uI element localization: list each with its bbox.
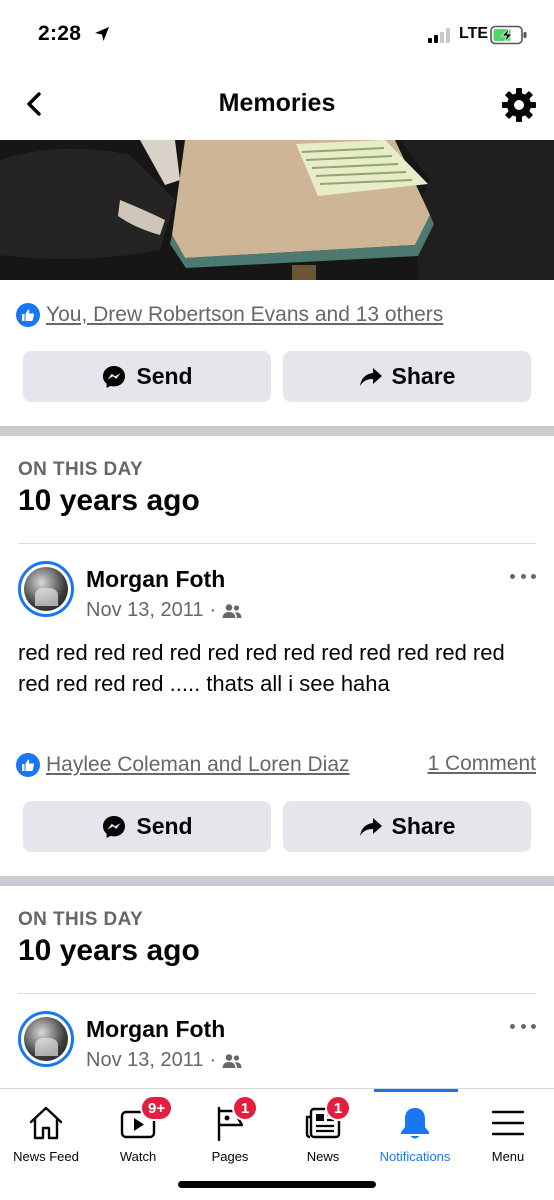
- tab-notifications[interactable]: Notifications: [369, 1089, 461, 1169]
- share-button[interactable]: Share: [283, 351, 531, 402]
- meta-separator: ·: [209, 599, 217, 621]
- more-options-icon[interactable]: [510, 571, 536, 581]
- page-title: Memories: [218, 89, 336, 117]
- messenger-icon: [103, 815, 126, 838]
- post-date[interactable]: Nov 13, 2011: [86, 1049, 204, 1072]
- tab-news-feed[interactable]: News Feed: [0, 1089, 92, 1169]
- send-button[interactable]: Send: [23, 351, 271, 402]
- status-time: 2:28: [38, 22, 82, 45]
- reaction-names[interactable]: Haylee Coleman and Loren Diaz: [46, 753, 350, 777]
- tab-pages[interactable]: 1 Pages: [184, 1089, 276, 1169]
- meta-separator: ·: [209, 1049, 217, 1071]
- post-date[interactable]: Nov 13, 2011: [86, 599, 204, 622]
- on-this-day-label: ON THIS DAY: [18, 909, 144, 930]
- pages-badge: 1: [232, 1095, 258, 1121]
- tab-label: Watch: [119, 1149, 157, 1164]
- post-author[interactable]: Morgan Foth: [86, 566, 225, 593]
- like-badge-icon: [16, 303, 40, 327]
- share-arrow-icon: [359, 367, 382, 386]
- years-ago-heading: 10 years ago: [18, 484, 200, 517]
- friends-audience-icon: [222, 1053, 242, 1068]
- memories-header: Memories: [0, 72, 554, 140]
- avatar[interactable]: [18, 561, 74, 617]
- status-bar: 2:28 LTE: [0, 0, 554, 70]
- share-label: Share: [391, 813, 456, 839]
- location-arrow-icon: [95, 27, 109, 41]
- post-text: red red red red red red red red red red …: [18, 640, 505, 696]
- reactions-summary[interactable]: You, Drew Robertson Evans and 13 others: [16, 300, 443, 330]
- tab-menu[interactable]: Menu: [462, 1089, 554, 1169]
- section-divider: [0, 876, 554, 886]
- on-this-day-label: ON THIS DAY: [18, 459, 144, 480]
- separator-line: [18, 543, 536, 544]
- share-arrow-icon: [359, 817, 382, 836]
- cellular-signal-icon: [428, 27, 454, 43]
- separator-line: [18, 993, 536, 994]
- post-meta: Nov 13, 2011 ·: [86, 599, 242, 622]
- send-button[interactable]: Send: [23, 801, 271, 852]
- share-label: Share: [391, 363, 456, 389]
- section-divider: [0, 426, 554, 436]
- send-label: Send: [136, 363, 193, 389]
- send-label: Send: [136, 813, 193, 839]
- comments-count-link[interactable]: 1 Comment: [427, 752, 536, 776]
- battery-charging-icon: [490, 25, 527, 45]
- post-meta: Nov 13, 2011 ·: [86, 1049, 242, 1072]
- home-icon: [29, 1106, 63, 1140]
- tab-label: Menu: [491, 1149, 525, 1164]
- avatar[interactable]: [18, 1011, 74, 1067]
- bell-icon: [401, 1108, 429, 1139]
- tab-label: Notifications: [379, 1149, 451, 1164]
- like-badge-icon: [16, 753, 40, 777]
- memory-photo[interactable]: [0, 140, 554, 280]
- tab-label: News Feed: [13, 1149, 79, 1164]
- more-options-icon[interactable]: [510, 1021, 536, 1031]
- friends-audience-icon: [222, 603, 242, 618]
- network-type: LTE: [459, 25, 489, 42]
- news-badge: 1: [325, 1095, 351, 1121]
- messenger-icon: [103, 365, 126, 388]
- reactions-summary[interactable]: Haylee Coleman and Loren Diaz: [16, 750, 350, 780]
- tab-label: News: [306, 1149, 340, 1164]
- tab-news[interactable]: 1 News: [277, 1089, 369, 1169]
- tab-label: Pages: [211, 1149, 249, 1164]
- share-button[interactable]: Share: [283, 801, 531, 852]
- gear-icon[interactable]: [500, 86, 538, 124]
- watch-badge: 9+: [140, 1095, 174, 1121]
- photo-image: [0, 140, 554, 280]
- home-indicator[interactable]: [178, 1181, 376, 1188]
- post-author[interactable]: Morgan Foth: [86, 1016, 225, 1043]
- tab-watch[interactable]: 9+ Watch: [92, 1089, 184, 1169]
- years-ago-heading: 10 years ago: [18, 934, 200, 967]
- hamburger-menu-icon: [491, 1110, 525, 1136]
- reaction-names[interactable]: You, Drew Robertson Evans and 13 others: [46, 303, 443, 327]
